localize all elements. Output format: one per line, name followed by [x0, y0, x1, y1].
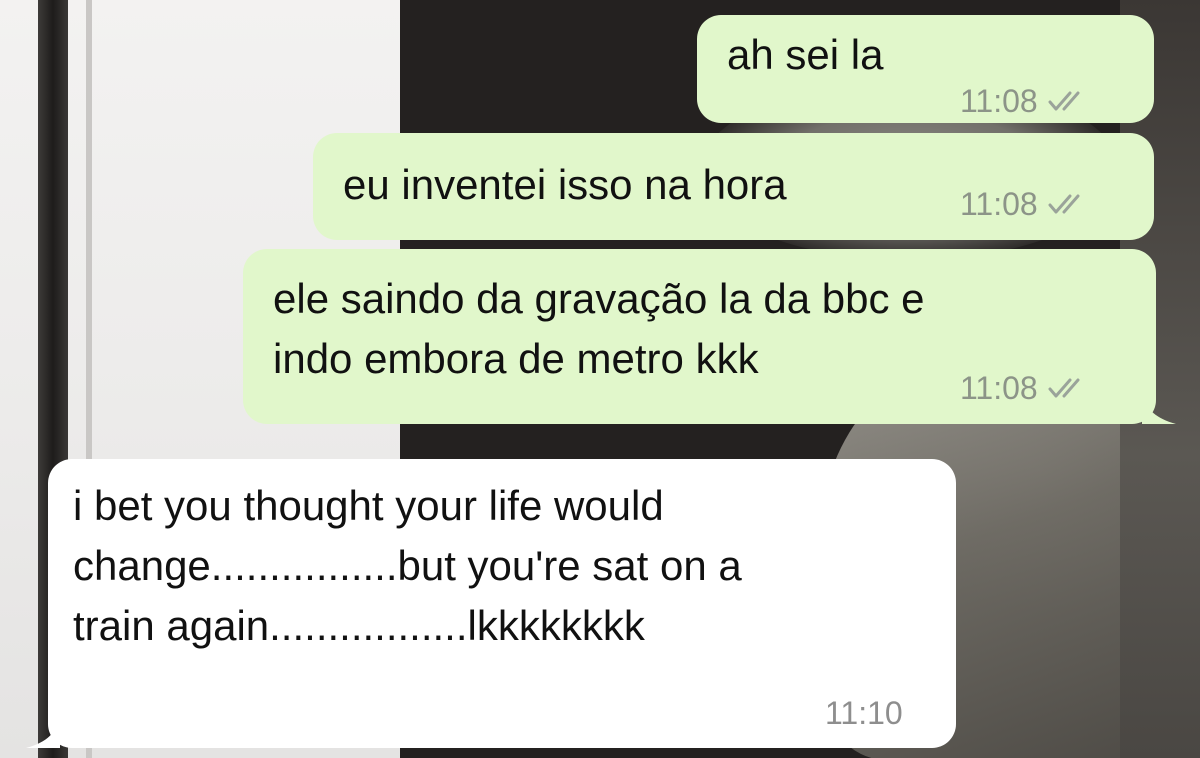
message-meta: 11:08 [960, 83, 1088, 119]
double-check-icon [1048, 91, 1080, 111]
message-timestamp: 11:08 [960, 83, 1038, 119]
message-meta: 11:08 [960, 370, 1088, 406]
message-timestamp: 11:08 [960, 186, 1038, 222]
message-timestamp: 11:10 [825, 695, 903, 731]
outgoing-message-bubble[interactable]: eu inventei isso na hora 11:08 [313, 133, 1154, 240]
outgoing-message-bubble[interactable]: ah sei la 11:08 [697, 15, 1154, 123]
message-text: ah sei la [727, 31, 884, 78]
message-timestamp: 11:08 [960, 370, 1038, 406]
incoming-message-bubble[interactable]: i bet you thought your life would change… [26, 459, 956, 748]
outgoing-message-bubble[interactable]: ele saindo da gravação la da bbc e indo … [243, 249, 1176, 424]
double-check-icon [1048, 378, 1080, 398]
double-check-icon [1048, 194, 1080, 214]
bubble-tail [26, 718, 60, 748]
message-meta: 11:08 [960, 186, 1088, 222]
message-text: ele saindo da gravação la da bbc e indo … [273, 275, 925, 382]
message-meta: 11:10 [825, 695, 903, 731]
message-text: i bet you thought your life would change… [73, 482, 742, 649]
bubble-tail [1142, 394, 1176, 424]
message-text: eu inventei isso na hora [343, 161, 787, 208]
